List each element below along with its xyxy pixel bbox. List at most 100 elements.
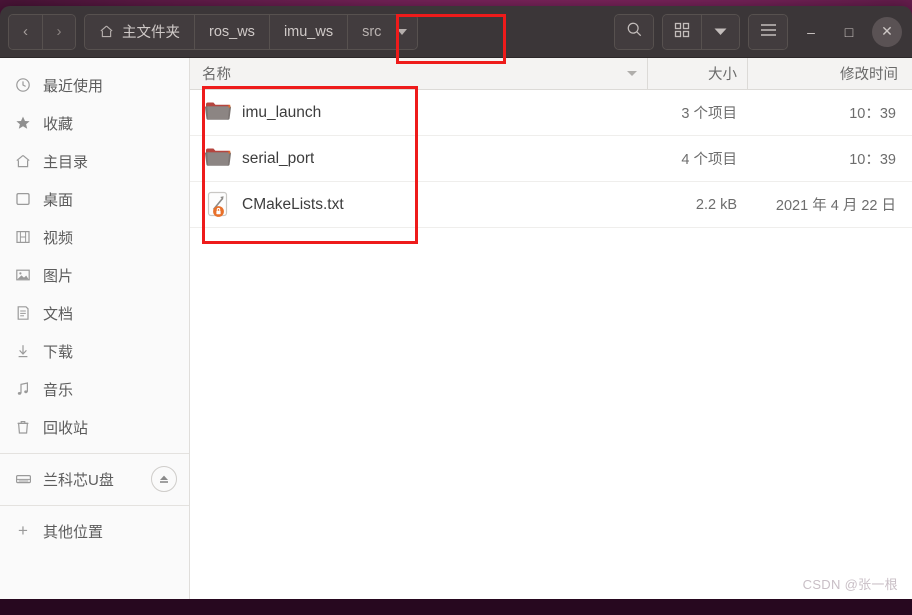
image-icon: [14, 266, 32, 284]
music-icon: [14, 380, 32, 398]
download-icon: [14, 342, 32, 360]
video-icon: [14, 228, 32, 246]
file-size-cell: 3 个项目: [681, 106, 737, 122]
minimize-button[interactable]: –: [796, 17, 826, 47]
sidebar-item-label: 文档: [43, 305, 74, 323]
sidebar-item-label: 收藏: [43, 115, 74, 133]
folder-icon: [204, 144, 232, 174]
breadcrumb-item-src[interactable]: src: [347, 14, 418, 49]
plus-icon: +: [18, 521, 28, 540]
sidebar-item-label: 视频: [43, 229, 74, 247]
search-button[interactable]: [615, 14, 653, 49]
sidebar-item-music[interactable]: 音乐: [0, 370, 189, 408]
sidebar-item-label: 最近使用: [43, 77, 104, 95]
breadcrumb-label: 主文件夹: [122, 25, 180, 41]
folder-icon: [204, 98, 232, 128]
sidebar-item-label: 下载: [43, 343, 74, 361]
desktop-icon: [14, 190, 32, 208]
chevron-left-icon: ‹: [23, 23, 28, 40]
column-header-label: 修改时间: [840, 67, 898, 83]
file-name-cell: serial_port: [190, 136, 647, 181]
close-button[interactable]: ✕: [872, 16, 902, 47]
grid-view-icon: [674, 22, 690, 42]
file-date-cell: 10：39: [849, 152, 896, 168]
sidebar-item-recent[interactable]: 最近使用: [0, 66, 189, 104]
sidebar-item-documents[interactable]: 文档: [0, 294, 189, 332]
column-header-name[interactable]: 名称: [190, 58, 647, 89]
sidebar-item-home[interactable]: 主目录: [0, 142, 189, 180]
eject-icon: [160, 475, 168, 483]
table-row[interactable]: imu_launch 3 个项目 10：39: [190, 90, 912, 136]
file-size-cell: 2.2 kB: [695, 196, 737, 213]
header-bar: ‹ › 主文件夹 ros_ws imu_ws src – □ ✕: [0, 6, 912, 58]
drive-icon: [14, 470, 32, 488]
breadcrumb-item-ros-ws[interactable]: ros_ws: [194, 14, 269, 49]
view-dropdown-button[interactable]: [701, 14, 739, 49]
sidebar-divider: [0, 505, 189, 506]
sidebar-item-other-locations[interactable]: + 其他位置: [0, 512, 189, 550]
hamburger-menu-button[interactable]: [749, 14, 787, 49]
minimize-icon: –: [807, 23, 815, 40]
sidebar-divider: [0, 453, 189, 454]
table-row[interactable]: CMakeLists.txt 2.2 kB 2021 年 4 月 22 日: [190, 182, 912, 228]
file-list-header: 名称 大小 修改时间: [190, 58, 912, 90]
hamburger-menu-icon: [760, 23, 777, 41]
star-icon: [14, 114, 32, 132]
sidebar-item-label: 回收站: [43, 419, 89, 437]
file-name-label: serial_port: [242, 149, 315, 167]
sidebar-item-videos[interactable]: 视频: [0, 218, 189, 256]
header-toolbar: – □ ✕: [614, 13, 906, 50]
file-name-cell: CMakeLists.txt: [190, 182, 647, 227]
forward-button[interactable]: ›: [42, 14, 75, 49]
cmake-file-icon: [204, 190, 232, 220]
home-icon: [99, 24, 114, 39]
sidebar-item-usb-drive[interactable]: 兰科芯U盘: [0, 460, 189, 498]
breadcrumb-label: src: [362, 23, 382, 40]
window-body: 最近使用 收藏 主目录 桌面 视频 图片 文档 下载 音乐 回收站 兰科芯U盘 …: [0, 58, 912, 600]
home-icon: [14, 152, 32, 170]
column-header-date[interactable]: 修改时间: [747, 58, 912, 89]
sidebar-item-label: 桌面: [43, 191, 74, 209]
sidebar-item-pictures[interactable]: 图片: [0, 256, 189, 294]
sidebar-item-label: 其他位置: [43, 523, 104, 541]
sidebar-item-downloads[interactable]: 下载: [0, 332, 189, 370]
trash-icon: [14, 418, 32, 436]
file-name-cell: imu_launch: [190, 90, 647, 135]
maximize-button[interactable]: □: [834, 17, 864, 47]
breadcrumb-item-imu-ws[interactable]: imu_ws: [268, 14, 348, 49]
sidebar-item-label: 音乐: [43, 381, 74, 399]
grid-view-button[interactable]: [663, 14, 701, 49]
maximize-icon: □: [844, 23, 854, 40]
file-size-cell: 4 个项目: [681, 152, 737, 168]
chevron-down-icon[interactable]: [397, 29, 408, 35]
sidebar-item-desktop[interactable]: 桌面: [0, 180, 189, 218]
eject-button[interactable]: [151, 466, 177, 492]
file-date-cell: 2021 年 4 月 22 日: [775, 198, 896, 214]
file-manager-window: ‹ › 主文件夹 ros_ws imu_ws src – □ ✕ 最近使用 收藏…: [0, 6, 912, 600]
breadcrumb-label: ros_ws: [209, 23, 255, 40]
chevron-down-icon: [714, 24, 727, 40]
sidebar-item-label: 主目录: [43, 153, 89, 171]
table-row[interactable]: serial_port 4 个项目 10：39: [190, 136, 912, 182]
chevron-right-icon: ›: [56, 23, 62, 40]
sidebar-item-starred[interactable]: 收藏: [0, 104, 189, 142]
breadcrumb-item-home[interactable]: 主文件夹: [85, 14, 194, 49]
search-button-group: [614, 13, 654, 50]
breadcrumb-label: imu_ws: [283, 23, 334, 40]
search-icon: [626, 21, 643, 42]
back-button[interactable]: ‹: [9, 14, 42, 49]
navigation-buttons: ‹ ›: [8, 13, 76, 50]
sidebar-item-trash[interactable]: 回收站: [0, 408, 189, 446]
file-name-label: imu_launch: [242, 103, 322, 121]
view-options-group: [662, 13, 740, 50]
main-menu-group: [748, 13, 788, 50]
column-header-label: 名称: [202, 67, 231, 83]
document-icon: [14, 304, 32, 322]
file-date-cell: 10：39: [849, 106, 896, 122]
sidebar-item-label: 兰科芯U盘: [43, 471, 114, 489]
column-header-size[interactable]: 大小: [647, 58, 747, 89]
close-icon: ✕: [881, 23, 893, 39]
sidebar: 最近使用 收藏 主目录 桌面 视频 图片 文档 下载 音乐 回收站 兰科芯U盘 …: [0, 58, 190, 600]
sidebar-item-label: 图片: [43, 267, 74, 285]
column-header-label: 大小: [708, 67, 737, 83]
